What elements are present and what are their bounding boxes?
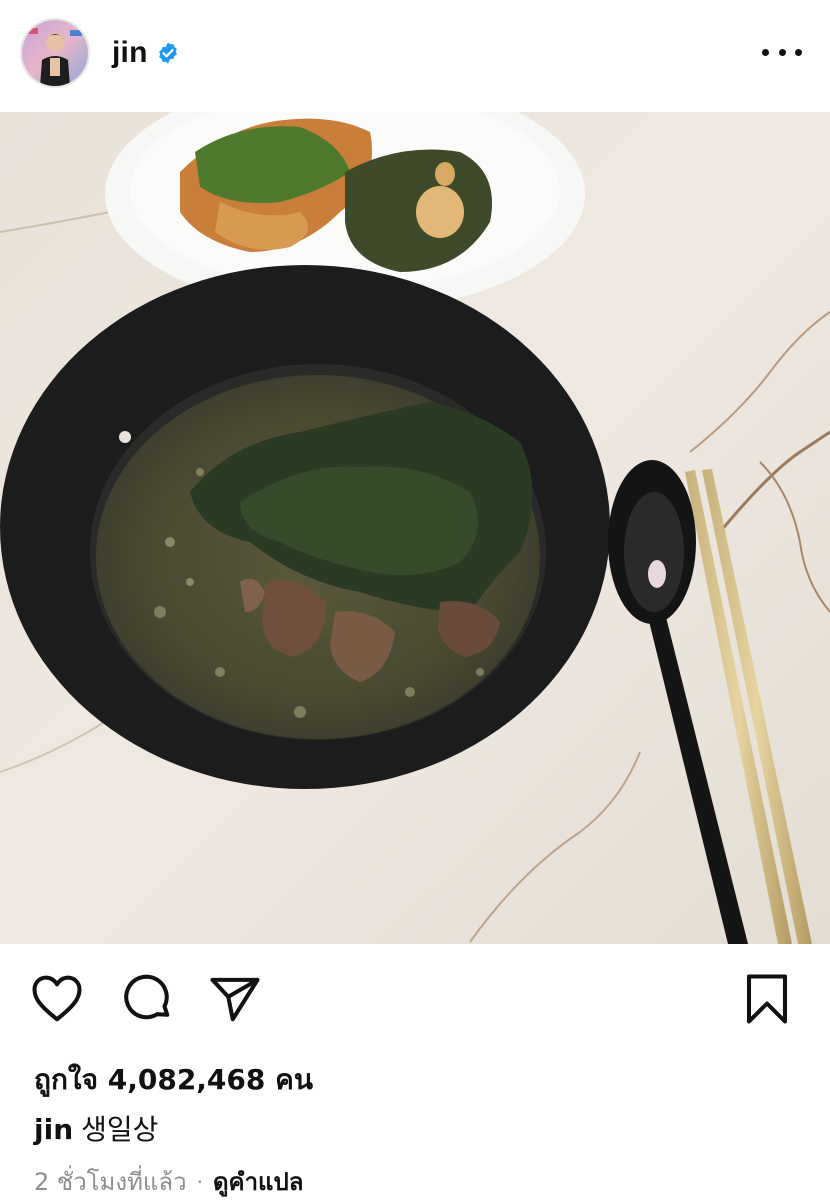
more-options-icon[interactable]: [762, 40, 802, 64]
post-username[interactable]: jin: [112, 36, 148, 70]
see-translation-link[interactable]: ดูคำแปล: [213, 1162, 304, 1201]
food-photo-image: [0, 112, 830, 944]
send-icon[interactable]: [208, 972, 262, 1026]
post-caption: jin 생일상: [34, 1108, 158, 1148]
avatar-image: [22, 20, 88, 86]
avatar[interactable]: [20, 18, 90, 88]
heart-icon[interactable]: [30, 972, 84, 1026]
post-timestamp: 2 ชั่วโมงที่แล้ว: [34, 1168, 187, 1196]
post-photo[interactable]: [0, 112, 830, 944]
caption-username[interactable]: jin: [34, 1113, 73, 1146]
verified-badge-icon: [158, 42, 177, 64]
likes-count[interactable]: ถูกใจ 4,082,468 คน: [34, 1058, 313, 1102]
caption-text: 생일상: [81, 1113, 159, 1146]
bookmark-icon[interactable]: [740, 972, 794, 1026]
post-meta: 2 ชั่วโมงที่แล้ว · ดูคำแปล: [34, 1162, 303, 1201]
comment-icon[interactable]: [120, 972, 174, 1026]
meta-separator: ·: [196, 1169, 203, 1194]
post-header: jin: [0, 0, 830, 112]
